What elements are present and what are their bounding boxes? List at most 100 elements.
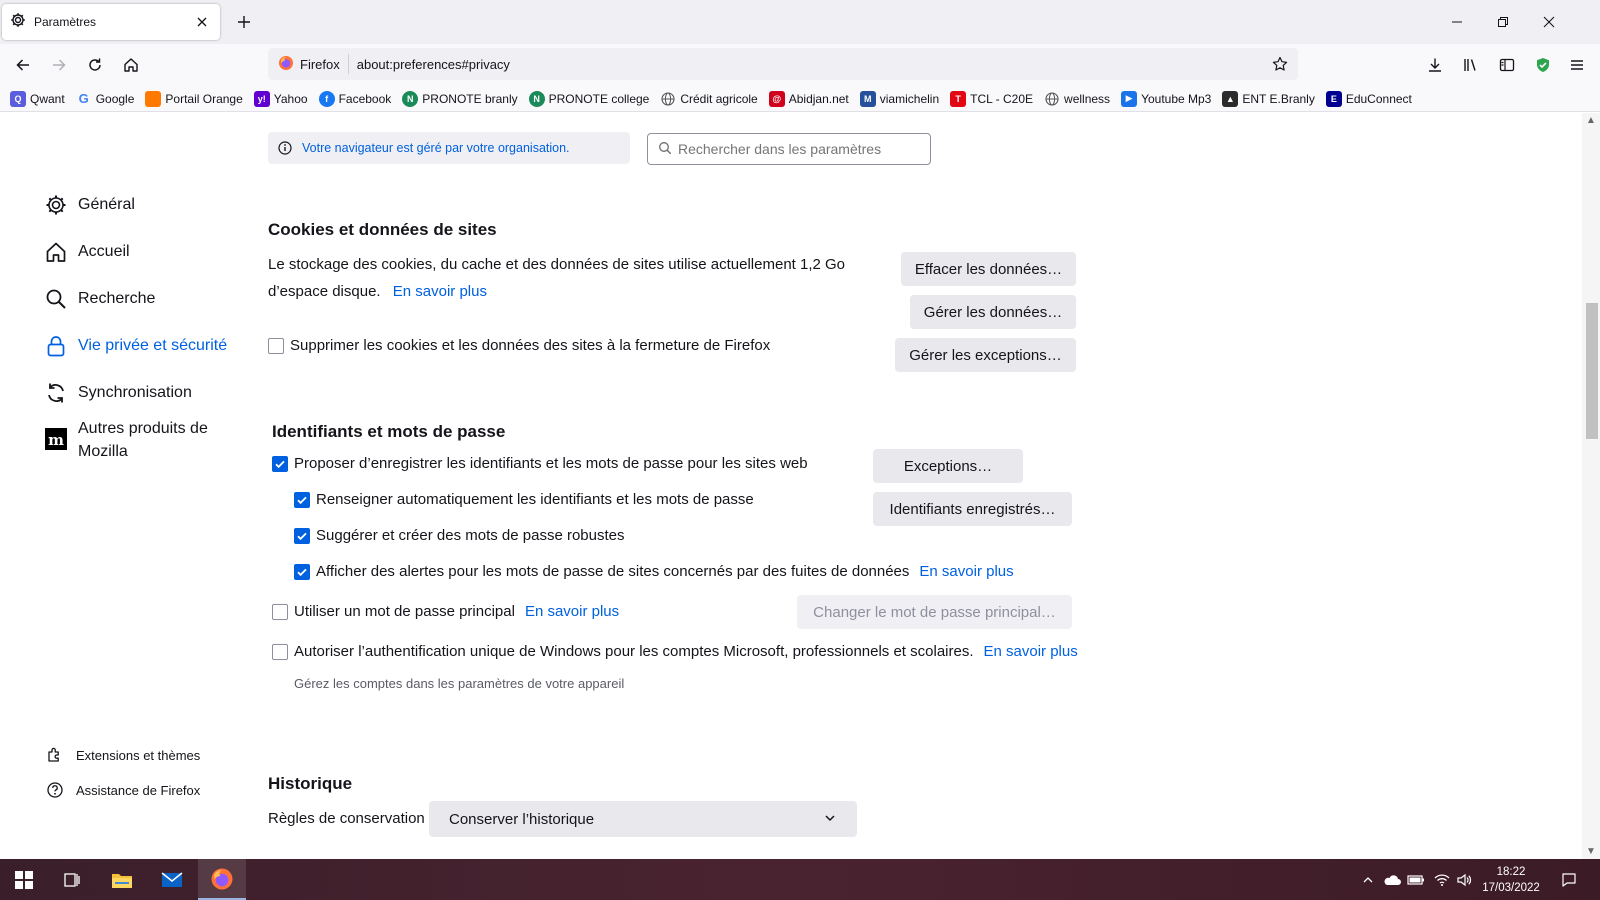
tray-chevron-up-icon[interactable] <box>1356 859 1380 900</box>
sidebar-item-general[interactable]: Général <box>44 193 135 217</box>
identity-box[interactable]: Firefox <box>272 52 348 76</box>
battery-icon[interactable] <box>1404 859 1428 900</box>
sidebar-item-search[interactable]: Recherche <box>44 287 155 311</box>
cookies-learn-more-link[interactable]: En savoir plus <box>393 283 487 300</box>
close-window-button[interactable] <box>1526 0 1572 44</box>
task-view-icon[interactable] <box>48 859 96 900</box>
bookmark-star-icon[interactable] <box>1266 50 1294 78</box>
content-scrollbar[interactable]: ▲ ▼ <box>1582 113 1600 859</box>
new-tab-button[interactable] <box>232 10 256 34</box>
library-icon[interactable] <box>1456 51 1486 79</box>
bookmark-item[interactable]: Mviamichelin <box>859 90 939 107</box>
sidebar-item-mozilla-products[interactable]: m Autres produits de Mozilla <box>44 417 208 463</box>
history-rules-select[interactable]: Conserver l’historique <box>429 801 857 837</box>
change-primary-password-button[interactable]: Changer le mot de passe principal… <box>797 595 1072 629</box>
downloads-icon[interactable] <box>1420 51 1450 79</box>
taskbar-clock[interactable]: 18:22 17/03/2022 <box>1476 864 1546 896</box>
sidebar-item-sync[interactable]: Synchronisation <box>44 381 192 405</box>
delete-cookies-on-close-checkbox[interactable] <box>268 337 284 354</box>
chevron-down-icon <box>823 811 837 829</box>
settings-search-input[interactable] <box>678 141 918 157</box>
restore-button[interactable] <box>1480 0 1526 44</box>
suggest-passwords-row[interactable]: Suggérer et créer des mots de passe robu… <box>294 527 625 544</box>
mail-icon[interactable] <box>148 859 196 900</box>
policy-notice[interactable]: Votre navigateur est géré par votre orga… <box>268 132 630 164</box>
sidebar-footer-label: Assistance de Firefox <box>76 782 201 798</box>
sidebar-footer-extensions[interactable]: Extensions et thèmes <box>46 746 200 764</box>
menu-icon[interactable] <box>1562 51 1592 79</box>
reload-button[interactable] <box>80 51 110 79</box>
ask-to-save-checkbox[interactable] <box>272 455 288 472</box>
scroll-up-arrow-icon[interactable]: ▲ <box>1586 115 1596 126</box>
bookmark-item[interactable]: f Facebook <box>318 90 391 107</box>
bookmark-item[interactable]: E EduConnect <box>1325 90 1412 107</box>
firefox-taskbar-icon[interactable] <box>198 859 246 900</box>
manage-data-button[interactable]: Gérer les données… <box>910 295 1076 329</box>
saved-logins-button[interactable]: Identifiants enregistrés… <box>873 492 1072 526</box>
taskbar-date: 17/03/2022 <box>1482 882 1540 894</box>
cookies-heading: Cookies et données de sites <box>268 220 497 239</box>
help-icon <box>46 781 64 799</box>
bookmark-label: EduConnect <box>1345 91 1412 106</box>
bookmark-item[interactable]: N PRONOTE college <box>528 90 650 107</box>
url-bar[interactable]: Firefox about:preferences#privacy <box>268 48 1298 80</box>
clear-data-button[interactable]: Effacer les données… <box>901 252 1076 286</box>
shield-extension-icon[interactable] <box>1528 51 1558 79</box>
onedrive-cloud-icon[interactable] <box>1380 859 1404 900</box>
bookmark-item[interactable]: ▶ Youtube Mp3 <box>1121 90 1211 107</box>
bookmark-item[interactable]: Crédit agricole <box>660 91 758 107</box>
primary-password-checkbox[interactable] <box>272 603 288 620</box>
breach-alerts-row[interactable]: Afficher des alertes pour les mots de pa… <box>294 563 1014 580</box>
bookmark-label: PRONOTE college <box>548 91 650 106</box>
file-explorer-icon[interactable] <box>98 859 146 900</box>
bookmark-item[interactable]: wellness <box>1044 91 1110 107</box>
breach-alerts-checkbox[interactable] <box>294 563 310 580</box>
bookmark-item[interactable]: ▲ ENT E.Branly <box>1222 90 1315 107</box>
ask-to-save-row[interactable]: Proposer d’enregistrer les identifiants … <box>272 455 808 472</box>
wifi-icon[interactable] <box>1430 859 1454 900</box>
scrollbar-thumb[interactable] <box>1586 303 1598 439</box>
volume-icon[interactable] <box>1452 859 1476 900</box>
close-tab-icon[interactable] <box>190 10 214 34</box>
sidebar-item-home[interactable]: Accueil <box>44 240 130 264</box>
minimize-button[interactable] <box>1434 0 1480 44</box>
cookies-description-line2: d’espace disque. <box>268 283 381 300</box>
home-button[interactable] <box>116 51 146 79</box>
url-text[interactable]: about:preferences#privacy <box>357 57 1266 72</box>
sidebar-item-privacy[interactable]: Vie privée et sécurité <box>44 334 227 358</box>
primary-password-row[interactable]: Utiliser un mot de passe principal En sa… <box>272 603 619 620</box>
windows-sso-label: Autoriser l’authentification unique de W… <box>294 643 974 660</box>
bookmark-item[interactable]: T TCL - C20E <box>950 90 1033 107</box>
notification-center-icon[interactable] <box>1556 859 1582 900</box>
bookmark-item[interactable]: G Google <box>76 91 135 107</box>
back-button[interactable] <box>8 51 38 79</box>
settings-search[interactable] <box>647 133 931 165</box>
primary-password-learn-more-link[interactable]: En savoir plus <box>525 603 619 620</box>
history-heading: Historique <box>268 774 353 793</box>
windows-start-icon[interactable] <box>0 859 48 900</box>
breach-alerts-learn-more-link[interactable]: En savoir plus <box>919 563 1013 580</box>
windows-sso-row[interactable]: Autoriser l’authentification unique de W… <box>272 643 1078 660</box>
bookmark-item[interactable]: @ Abidjan.net <box>768 90 849 107</box>
bookmark-item[interactable]: Q Qwant <box>10 90 65 107</box>
delete-cookies-on-close-row[interactable]: Supprimer les cookies et les données des… <box>268 337 770 354</box>
logins-exceptions-button[interactable]: Exceptions… <box>873 449 1023 483</box>
sidebar-toggle-icon[interactable] <box>1492 51 1522 79</box>
tab-title: Paramètres <box>34 15 97 29</box>
windows-sso-checkbox[interactable] <box>272 643 288 660</box>
sidebar-footer-support[interactable]: Assistance de Firefox <box>46 781 200 799</box>
autofill-row[interactable]: Renseigner automatiquement les identifia… <box>294 491 754 508</box>
windows-sso-learn-more-link[interactable]: En savoir plus <box>984 643 1078 660</box>
delete-cookies-on-close-label: Supprimer les cookies et les données des… <box>290 337 771 354</box>
manage-exceptions-button[interactable]: Gérer les exceptions… <box>895 338 1076 372</box>
bookmark-item[interactable]: y! Yahoo <box>253 90 308 107</box>
tab-parametres[interactable]: Paramètres <box>2 4 220 40</box>
forward-button[interactable] <box>44 51 74 79</box>
bookmark-item[interactable]: Portail Orange <box>145 90 243 107</box>
windows-taskbar: 18:22 17/03/2022 <box>0 859 1600 900</box>
bookmark-label: PRONOTE branly <box>422 91 518 106</box>
autofill-checkbox[interactable] <box>294 491 310 508</box>
suggest-passwords-checkbox[interactable] <box>294 527 310 544</box>
scroll-down-arrow-icon[interactable]: ▼ <box>1586 846 1596 857</box>
bookmark-item[interactable]: N PRONOTE branly <box>402 90 518 107</box>
